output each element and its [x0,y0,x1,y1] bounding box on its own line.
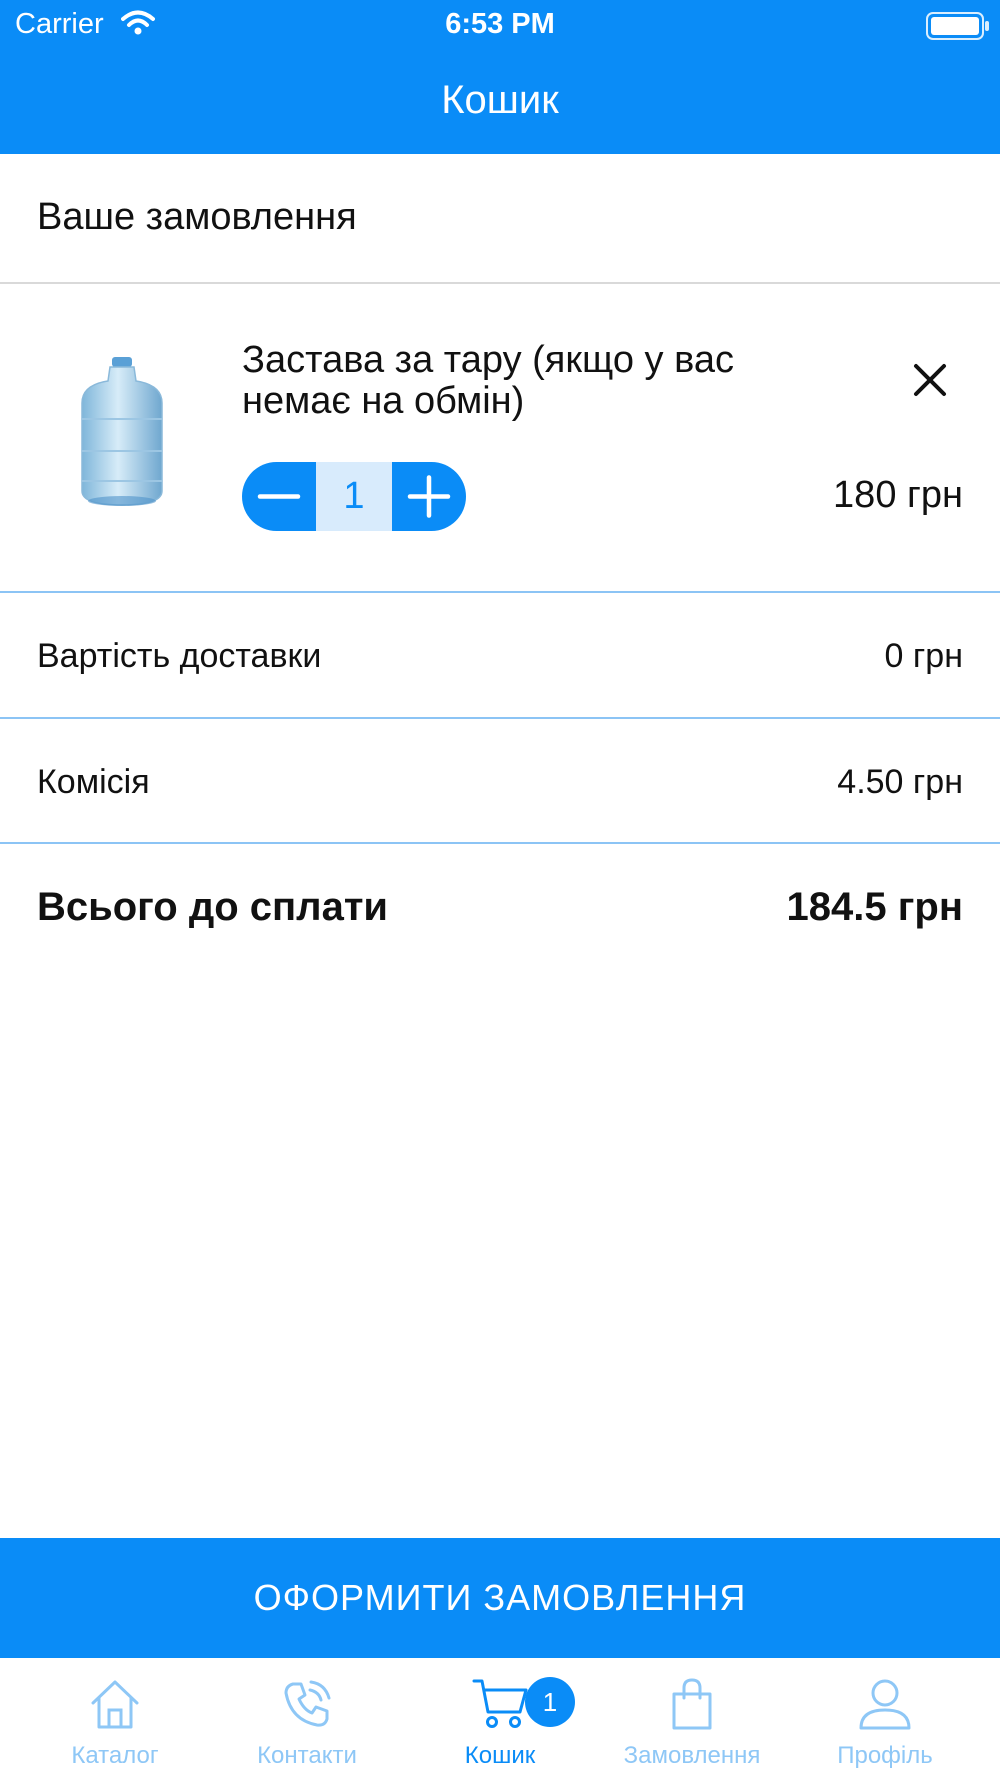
nav-header: Carrier 6:53 PM Кошик [0,0,1000,154]
tab-label-profile: Профіль [837,1742,933,1769]
remove-item-button[interactable] [905,355,955,405]
divider [0,717,1000,719]
divider [0,282,1000,284]
product-title: Застава за тару (якщо у вас немає на обм… [242,339,734,422]
page-title: Кошик [441,78,559,122]
checkout-button[interactable]: ОФОРМИТИ ЗАМОВЛЕННЯ [0,1538,1000,1658]
tab-bar: Каталог Контакти Кошик Замовлення Профіл… [0,1658,1000,1778]
tab-profile[interactable]: Профіль [785,1658,985,1778]
cart-count-badge: 1 [525,1677,575,1727]
product-image [70,355,174,515]
total-label: Всього до сплати [37,885,389,929]
commission-value: 4.50 грн [837,763,963,801]
quantity-stepper: 1 [242,462,466,531]
tab-contacts[interactable]: Контакти [207,1658,407,1778]
product-price: 180 грн [833,474,963,516]
plus-icon [392,475,466,535]
tab-label-contacts: Контакти [257,1742,357,1769]
total-value: 184.5 грн [786,885,963,929]
order-section-title: Ваше замовлення [37,196,357,238]
tab-label-orders: Замовлення [623,1742,761,1769]
delivery-value: 0 грн [884,637,963,675]
delivery-label: Вартість доставки [37,637,322,675]
divider [0,842,1000,844]
decrease-quantity-button[interactable] [242,462,316,531]
tab-orders[interactable]: Замовлення [592,1658,792,1778]
status-time: 6:53 PM [445,8,555,40]
tab-label-catalog: Каталог [71,1742,159,1769]
commission-label: Комісія [37,763,150,801]
close-icon [905,364,955,409]
tab-cart[interactable]: Кошик [400,1658,600,1778]
battery-icon [926,12,990,45]
tab-label-cart: Кошик [464,1742,536,1769]
increase-quantity-button[interactable] [392,462,466,531]
tab-catalog[interactable]: Каталог [15,1658,215,1778]
divider [0,591,1000,593]
minus-icon [242,494,316,535]
quantity-value[interactable]: 1 [316,462,392,531]
